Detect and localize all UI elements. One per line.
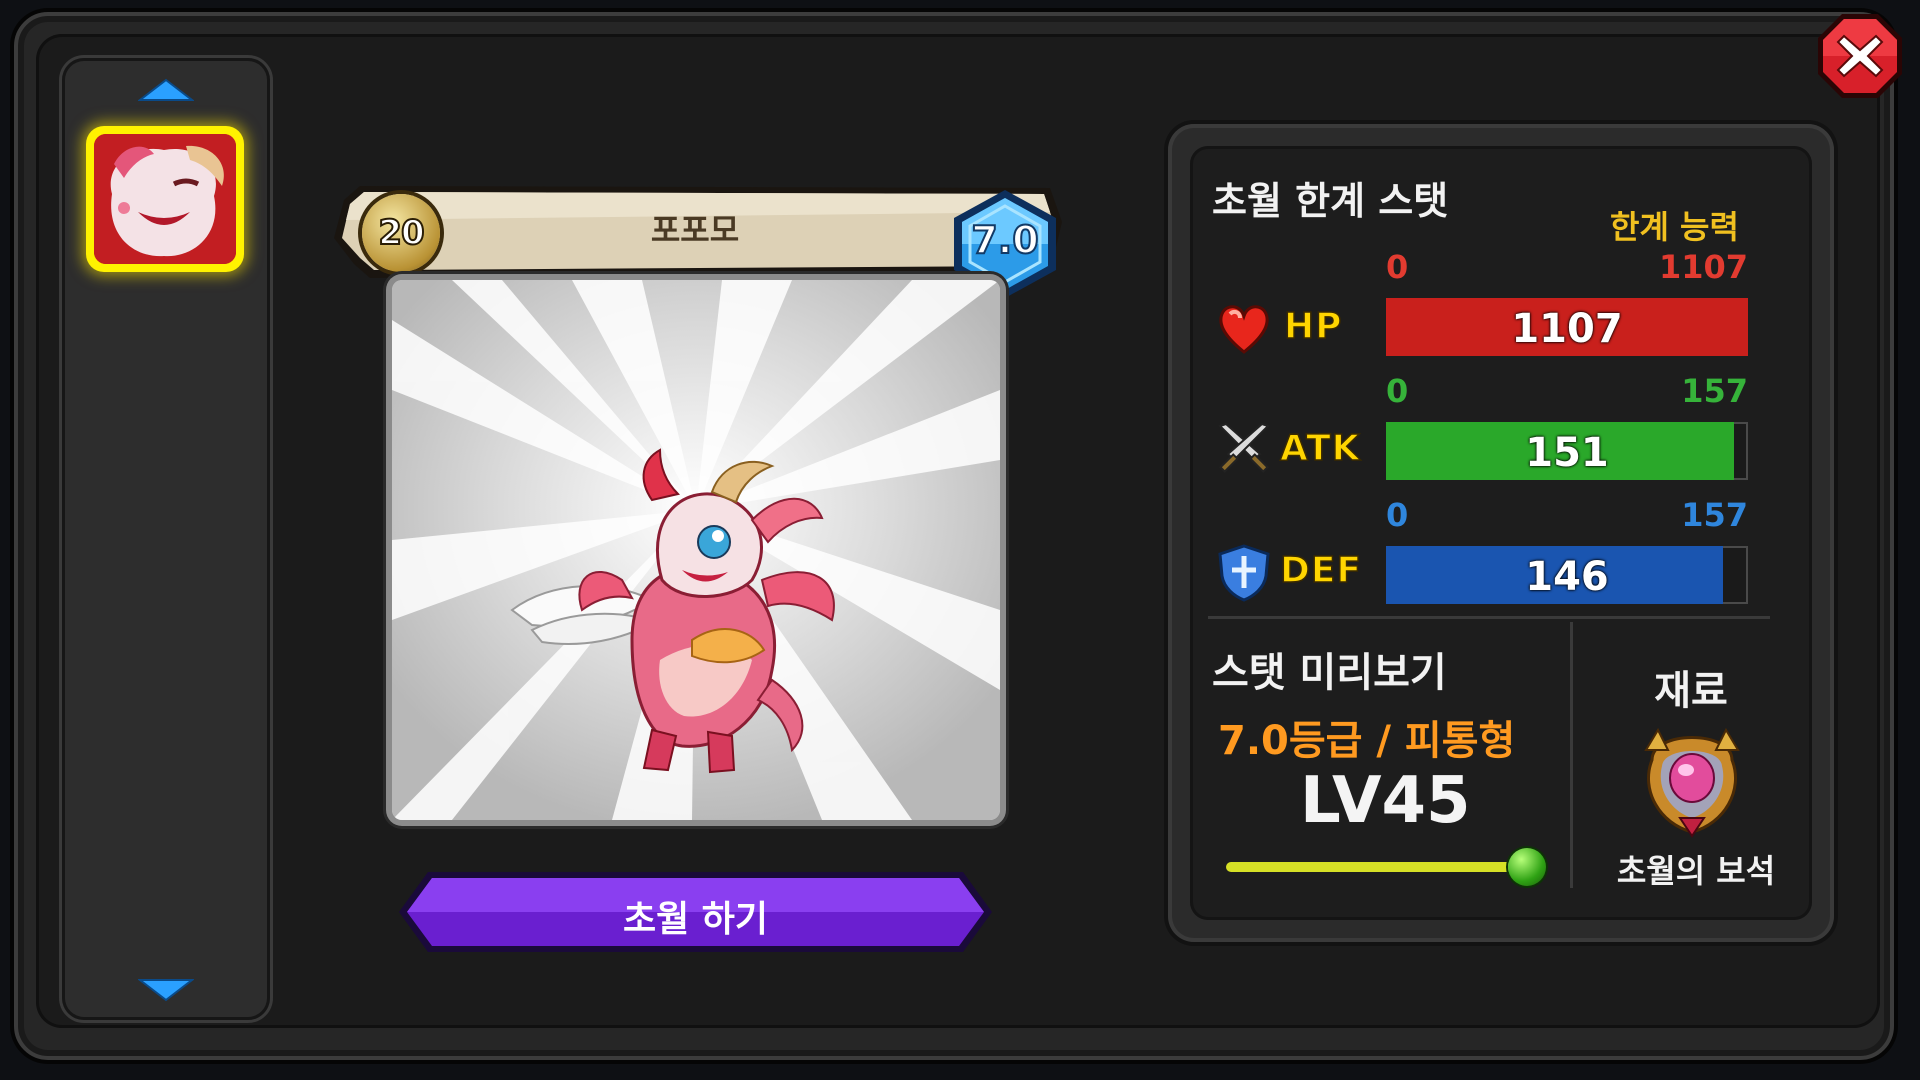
def-max-value: 157 bbox=[1681, 496, 1748, 534]
monster-thumbnail-selected[interactable] bbox=[86, 126, 244, 272]
level-slider[interactable] bbox=[1226, 848, 1556, 888]
stats-panel-title: 초월 한계 스탯 bbox=[1212, 179, 1449, 223]
transcend-button[interactable] bbox=[398, 870, 993, 954]
hp-min-value: 0 bbox=[1386, 248, 1409, 286]
atk-max-value: 157 bbox=[1681, 372, 1748, 410]
preview-grade-type: 7.0등급 / 피통형 bbox=[1218, 718, 1516, 764]
level-slider-handle[interactable] bbox=[1508, 848, 1546, 886]
monster-artwork bbox=[392, 280, 1000, 820]
monster-artwork-frame bbox=[392, 280, 1000, 820]
material-label: 재료 bbox=[1654, 668, 1728, 714]
grade-value: 7.0 bbox=[970, 217, 1039, 263]
stat-preview-title: 스탯 미리보기 bbox=[1212, 650, 1447, 696]
preview-divider bbox=[1570, 622, 1573, 888]
preview-level: LV45 bbox=[1300, 764, 1471, 838]
monster-face-icon bbox=[94, 134, 236, 264]
limit-ability-label: 한계 능력 bbox=[1610, 208, 1739, 246]
hp-max-value: 1107 bbox=[1658, 248, 1748, 286]
monster-thumbnail bbox=[94, 134, 236, 264]
arrow-up-icon[interactable] bbox=[138, 78, 194, 102]
shield-icon bbox=[1218, 544, 1270, 602]
level-badge: 20 bbox=[362, 194, 440, 272]
gem-icon[interactable] bbox=[1632, 720, 1752, 840]
atk-min-value: 0 bbox=[1386, 372, 1409, 410]
atk-label: ATK bbox=[1279, 427, 1361, 470]
level-slider-track[interactable] bbox=[1226, 862, 1516, 872]
heart-icon bbox=[1219, 305, 1269, 354]
close-button[interactable] bbox=[1814, 10, 1906, 102]
def-label: DEF bbox=[1279, 549, 1363, 592]
close-icon[interactable] bbox=[1818, 14, 1902, 98]
crossed-swords-icon bbox=[1218, 422, 1270, 473]
material-name: 초월의 보석 bbox=[1616, 852, 1776, 890]
hp-bar-value: 1107 bbox=[1511, 306, 1623, 352]
atk-bar: 151 bbox=[1386, 422, 1748, 480]
def-bar: 146 bbox=[1386, 546, 1748, 604]
stats-divider bbox=[1208, 616, 1770, 619]
hp-bar: 1107 bbox=[1386, 298, 1748, 356]
monster-name: 포포모 bbox=[650, 211, 740, 249]
def-min-value: 0 bbox=[1386, 496, 1409, 534]
hp-label: HP bbox=[1283, 305, 1343, 348]
atk-bar-value: 151 bbox=[1525, 430, 1609, 476]
arrow-down-icon[interactable] bbox=[138, 978, 194, 1002]
level-value: 20 bbox=[377, 212, 425, 254]
def-bar-value: 146 bbox=[1525, 554, 1609, 600]
